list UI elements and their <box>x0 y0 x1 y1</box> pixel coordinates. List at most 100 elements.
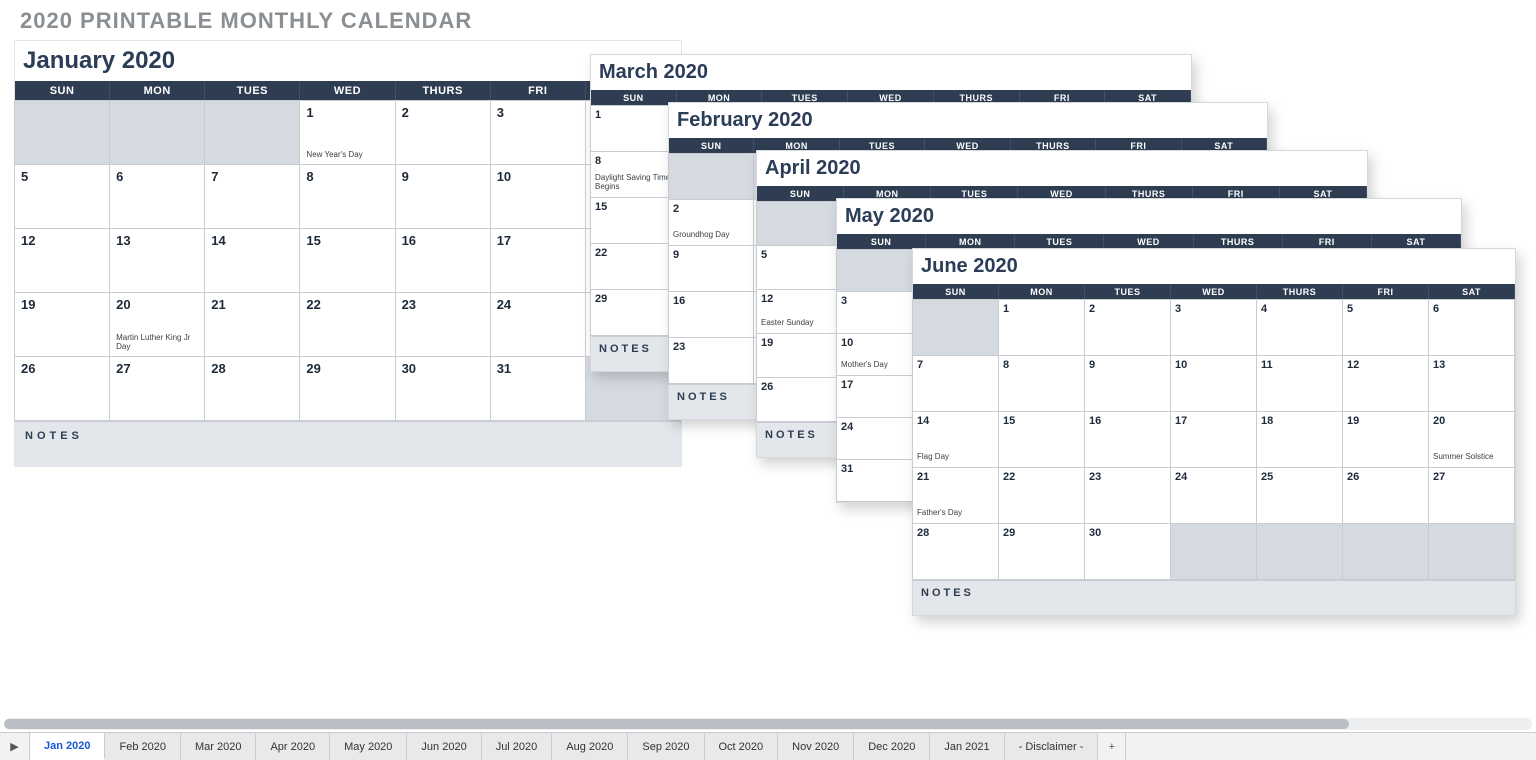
calendar-cell[interactable]: 22 <box>998 467 1085 524</box>
calendar-cell[interactable]: 10 <box>490 164 586 229</box>
calendar-cell[interactable]: 10 <box>1170 355 1257 412</box>
calendar-cell[interactable]: 23 <box>668 337 754 384</box>
calendar-cell[interactable]: 30 <box>395 356 491 421</box>
calendar-cell[interactable]: 15 <box>590 197 677 244</box>
calendar-cell-blank[interactable] <box>668 153 754 200</box>
calendar-cell[interactable]: 22 <box>299 292 395 357</box>
calendar-cell[interactable]: 24 <box>1170 467 1257 524</box>
calendar-cell[interactable]: 23 <box>395 292 491 357</box>
add-sheet-button[interactable]: + <box>1098 733 1126 760</box>
calendar-cell-blank[interactable] <box>14 100 110 165</box>
sheet-tab[interactable]: Jan 2020 <box>30 733 105 760</box>
calendar-cell[interactable]: 1New Year's Day <box>299 100 395 165</box>
calendar-cell[interactable]: 6 <box>109 164 205 229</box>
notes-section[interactable]: NOTES <box>913 580 1515 615</box>
calendar-cell[interactable]: 8 <box>998 355 1085 412</box>
calendar-cell[interactable]: 11 <box>1256 355 1343 412</box>
sheet-tab[interactable]: - Disclaimer - <box>1005 733 1099 760</box>
calendar-cell[interactable]: 28 <box>204 356 300 421</box>
calendar-cell[interactable]: 9 <box>395 164 491 229</box>
calendar-cell[interactable]: 27 <box>109 356 205 421</box>
calendar-cell[interactable]: 14Flag Day <box>912 411 999 468</box>
sheet-tab[interactable]: Apr 2020 <box>256 733 330 760</box>
calendar-cell[interactable]: 3 <box>1170 299 1257 356</box>
sheet-tab[interactable]: Oct 2020 <box>705 733 779 760</box>
sheet-tab[interactable]: Dec 2020 <box>854 733 930 760</box>
calendar-cell-blank[interactable] <box>204 100 300 165</box>
calendar-cell[interactable]: 17 <box>490 228 586 293</box>
calendar-cell-blank[interactable] <box>1256 523 1343 580</box>
notes-section[interactable]: NOTES <box>15 421 681 466</box>
calendar-cell[interactable]: 1 <box>590 105 677 152</box>
calendar-cell[interactable]: 15 <box>998 411 1085 468</box>
calendar-cell[interactable]: 26 <box>1342 467 1429 524</box>
sheet-nav-next-icon[interactable]: ▶ <box>0 733 30 760</box>
calendar-cell[interactable]: 13 <box>109 228 205 293</box>
calendar-cell[interactable]: 2 <box>1084 299 1171 356</box>
calendar-cell[interactable]: 5 <box>14 164 110 229</box>
calendar-cell[interactable]: 15 <box>299 228 395 293</box>
calendar-cell[interactable]: 13 <box>1428 355 1515 412</box>
sheet-tab[interactable]: Jun 2020 <box>407 733 481 760</box>
calendar-cell[interactable]: 21Father's Day <box>912 467 999 524</box>
calendar-cell[interactable]: 26 <box>14 356 110 421</box>
calendar-cell[interactable]: 14 <box>204 228 300 293</box>
scrollbar-thumb[interactable] <box>4 719 1349 729</box>
calendar-cell[interactable]: 9 <box>1084 355 1171 412</box>
calendar-cell[interactable]: 20Summer Solstice <box>1428 411 1515 468</box>
calendar-cell[interactable]: 31 <box>490 356 586 421</box>
calendar-cell[interactable]: 5 <box>1342 299 1429 356</box>
calendar-cell-blank[interactable] <box>756 201 844 246</box>
calendar-cell[interactable]: 9 <box>668 245 754 292</box>
calendar-cell[interactable]: 3 <box>490 100 586 165</box>
calendar-cell[interactable]: 12 <box>14 228 110 293</box>
calendar-cell[interactable]: 20Martin Luther King Jr Day <box>109 292 205 357</box>
calendar-cell[interactable]: 4 <box>1256 299 1343 356</box>
sheet-tab[interactable]: Mar 2020 <box>181 733 256 760</box>
calendar-cell-blank[interactable] <box>1170 523 1257 580</box>
calendar-cell[interactable]: 7 <box>204 164 300 229</box>
calendar-cell[interactable]: 19 <box>1342 411 1429 468</box>
calendar-cell[interactable]: 5 <box>756 245 844 290</box>
calendar-cell[interactable]: 29 <box>590 289 677 336</box>
calendar-cell[interactable]: 19 <box>756 333 844 378</box>
calendar-cell[interactable]: 12 <box>1342 355 1429 412</box>
calendar-cell[interactable]: 30 <box>1084 523 1171 580</box>
calendar-cell[interactable]: 2 <box>395 100 491 165</box>
sheet-tab[interactable]: Aug 2020 <box>552 733 628 760</box>
calendar-cell[interactable]: 16 <box>668 291 754 338</box>
calendar-cell-blank[interactable] <box>109 100 205 165</box>
calendar-cell-blank[interactable] <box>1342 523 1429 580</box>
sheet-tab[interactable]: Jul 2020 <box>482 733 553 760</box>
sheet-tab[interactable]: Feb 2020 <box>105 733 180 760</box>
horizontal-scrollbar[interactable] <box>4 718 1532 730</box>
calendar-cell[interactable]: 26 <box>756 377 844 422</box>
sheet-tab[interactable]: Sep 2020 <box>628 733 704 760</box>
calendar-cell[interactable]: 22 <box>590 243 677 290</box>
calendar-cell[interactable]: 8Daylight Saving Time Begins <box>590 151 677 198</box>
sheet-tab[interactable]: Jan 2021 <box>930 733 1004 760</box>
sheet-tab[interactable]: May 2020 <box>330 733 407 760</box>
calendar-cell-blank[interactable] <box>1428 523 1515 580</box>
calendar-cell[interactable]: 12Easter Sunday <box>756 289 844 334</box>
calendar-cell[interactable]: 2Groundhog Day <box>668 199 754 246</box>
calendar-cell[interactable]: 25 <box>1256 467 1343 524</box>
calendar-cell[interactable]: 24 <box>490 292 586 357</box>
calendar-cell[interactable]: 29 <box>299 356 395 421</box>
calendar-cell[interactable]: 8 <box>299 164 395 229</box>
calendar-cell[interactable]: 1 <box>998 299 1085 356</box>
sheet-tab[interactable]: Nov 2020 <box>778 733 854 760</box>
calendar-cell[interactable]: 19 <box>14 292 110 357</box>
calendar-cell[interactable]: 21 <box>204 292 300 357</box>
calendar-cell[interactable]: 28 <box>912 523 999 580</box>
calendar-cell[interactable]: 16 <box>395 228 491 293</box>
calendar-cell[interactable]: 16 <box>1084 411 1171 468</box>
calendar-cell[interactable]: 17 <box>1170 411 1257 468</box>
calendar-cell[interactable]: 23 <box>1084 467 1171 524</box>
calendar-cell[interactable]: 18 <box>1256 411 1343 468</box>
calendar-cell[interactable]: 27 <box>1428 467 1515 524</box>
calendar-cell-blank[interactable] <box>912 299 999 356</box>
calendar-cell[interactable]: 6 <box>1428 299 1515 356</box>
calendar-cell[interactable]: 7 <box>912 355 999 412</box>
calendar-cell[interactable]: 29 <box>998 523 1085 580</box>
